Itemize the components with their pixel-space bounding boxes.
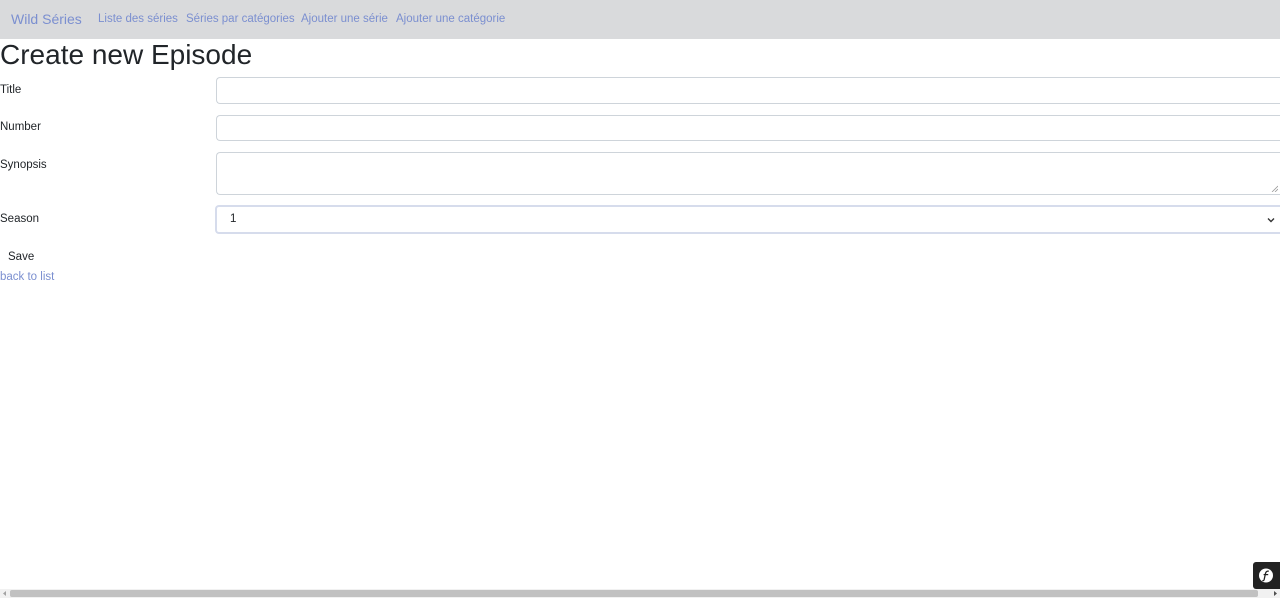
arrow-right-icon[interactable] [1271, 589, 1280, 598]
season-label: Season [0, 213, 40, 225]
nav-link-add-series[interactable]: Ajouter une série [301, 13, 388, 25]
page-title: Create new Episode [0, 39, 253, 70]
number-input[interactable] [216, 115, 1280, 141]
back-to-list-link[interactable]: back to list [0, 271, 54, 283]
title-label: Title [0, 84, 22, 96]
arrow-left-icon[interactable] [0, 589, 9, 598]
horizontal-scrollbar[interactable] [0, 589, 1280, 598]
number-label: Number [0, 121, 41, 133]
chevron-down-icon [1267, 218, 1275, 223]
nav-link-series-list[interactable]: Liste des séries [98, 13, 178, 25]
debug-toolbar-toggle[interactable] [1253, 562, 1280, 589]
scrollbar-thumb[interactable] [10, 590, 1258, 597]
resize-grip-icon[interactable] [1271, 185, 1278, 192]
brand-link[interactable]: Wild Séries [11, 11, 82, 27]
navbar: Wild Séries Liste des séries Séries par … [0, 0, 1280, 39]
season-select[interactable]: 1 [215, 205, 1280, 234]
season-selected-value: 1 [230, 213, 237, 225]
save-button[interactable]: Save [0, 248, 42, 266]
synopsis-label: Synopsis [0, 159, 47, 171]
nav-link-series-by-category[interactable]: Séries par catégories [186, 13, 295, 25]
nav-link-add-category[interactable]: Ajouter une catégorie [396, 13, 505, 25]
title-input[interactable] [216, 77, 1280, 104]
synopsis-textarea[interactable] [216, 152, 1280, 195]
symfony-logo-icon [1259, 568, 1273, 583]
